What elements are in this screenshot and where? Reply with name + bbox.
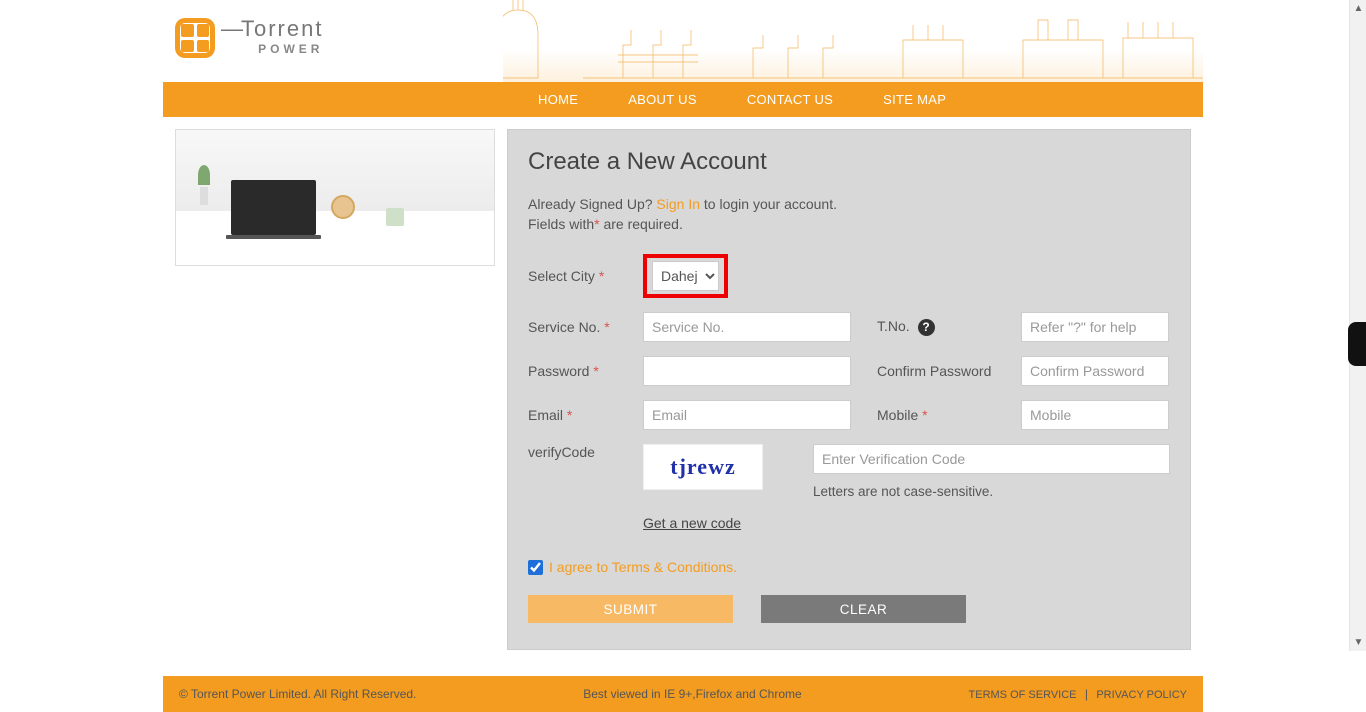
mobile-input[interactable] [1021,400,1169,430]
scroll-down-icon[interactable]: ▼ [1350,634,1366,651]
nav-home[interactable]: HOME [513,92,603,107]
logo[interactable]: —Torrent POWER [175,18,323,58]
tno-input[interactable] [1021,312,1169,342]
nav-contact[interactable]: CONTACT US [722,92,858,107]
feedback-tab[interactable] [1348,322,1366,366]
city-select[interactable]: Dahej [652,261,719,291]
office-image [175,129,495,266]
help-icon[interactable]: ? [918,319,935,336]
content: Create a New Account Already Signed Up? … [163,117,1203,670]
label-email: Email * [528,407,643,423]
nav-bar: HOME ABOUT US CONTACT US SITE MAP [163,82,1203,117]
required-note: Fields with* are required. [528,216,1170,232]
terms-checkbox[interactable] [528,560,543,575]
logo-icon [175,18,215,58]
new-code-link[interactable]: Get a new code [643,515,813,531]
brand-name-2: POWER [221,42,323,56]
submit-button[interactable]: SUBMIT [528,595,733,623]
password-input[interactable] [643,356,851,386]
footer-copyright: © Torrent Power Limited. All Right Reser… [179,687,416,701]
footer: © Torrent Power Limited. All Right Reser… [163,676,1203,712]
captcha-note: Letters are not case-sensitive. [813,484,1170,499]
captcha-row: verifyCode tjrewz Letters are not case-s… [528,444,1170,531]
terms-row: I agree to Terms & Conditions. [528,559,1170,575]
city-highlight: Dahej [643,254,728,298]
signin-link[interactable]: Sign In [656,196,700,212]
nav-about[interactable]: ABOUT US [603,92,722,107]
signup-form: Create a New Account Already Signed Up? … [507,129,1191,650]
signin-prompt: Already Signed Up? Sign In to login your… [528,196,1170,212]
brand-name-1: Torrent [241,16,323,41]
header: —Torrent POWER [163,0,1203,82]
label-verify: verifyCode [528,444,643,460]
email-input[interactable] [643,400,851,430]
footer-tos-link[interactable]: TERMS OF SERVICE [969,689,1077,701]
label-confirm: Confirm Password [851,363,1021,379]
terms-label[interactable]: I agree to Terms & Conditions. [549,559,737,575]
skyline-decoration [503,0,1203,82]
captcha-image: tjrewz [643,444,763,490]
label-service: Service No. * [528,319,643,335]
button-row: SUBMIT CLEAR [528,595,1170,623]
label-city: Select City * [528,268,643,284]
page: —Torrent POWER [163,0,1203,712]
footer-browser-note: Best viewed in IE 9+,Firefox and Chrome [583,687,801,701]
service-input[interactable] [643,312,851,342]
form-grid: Select City * Dahej Service No. * T.No. … [528,254,1170,430]
label-tno: T.No. ? [851,318,1021,336]
nav-sitemap[interactable]: SITE MAP [858,92,971,107]
label-password: Password * [528,363,643,379]
footer-privacy-link[interactable]: PRIVACY POLICY [1096,689,1187,701]
label-mobile: Mobile * [851,407,1021,423]
scroll-up-icon[interactable]: ▲ [1350,0,1366,17]
logo-text: —Torrent POWER [221,18,323,56]
captcha-input[interactable] [813,444,1170,474]
form-title: Create a New Account [528,148,1170,176]
confirm-password-input[interactable] [1021,356,1169,386]
clear-button[interactable]: CLEAR [761,595,966,623]
